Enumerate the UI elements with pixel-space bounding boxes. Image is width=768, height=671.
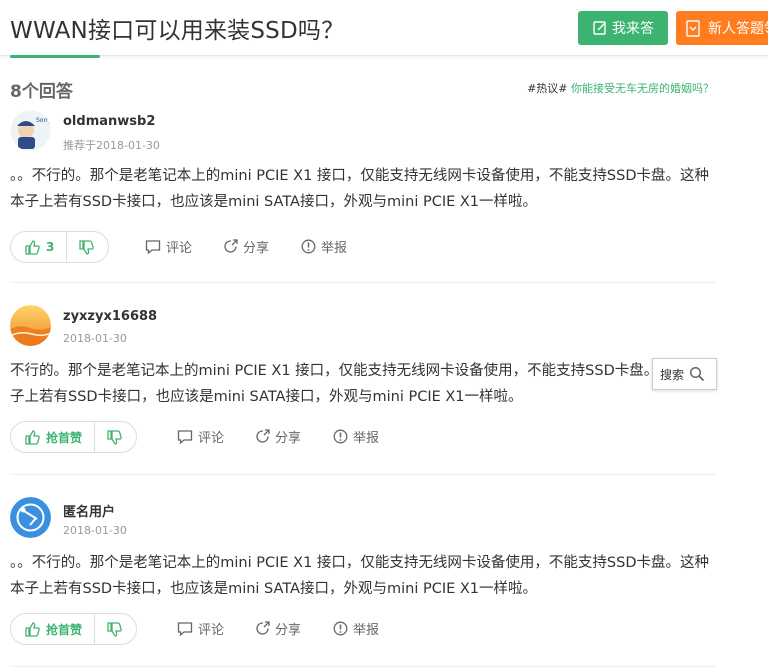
share-icon [256, 429, 270, 443]
upvote-label: 抢首赞 [46, 622, 83, 637]
comment-button[interactable]: 评论 [177, 427, 224, 446]
comment-label: 评论 [198, 431, 225, 446]
question-header: WWAN接口可以用来装SSD吗？ 我来答 新人答题领 [0, 0, 768, 56]
answer-text: 不行的。那个是老笔记本上的mini PCIE X1 接口，仅能支持无线网卡设备使… [10, 363, 702, 405]
answer-date: 2018-01-30 [63, 332, 127, 345]
username[interactable]: oldmanwsb2 [63, 114, 155, 129]
thumb-down-icon [107, 621, 122, 637]
comment-button[interactable]: 评论 [145, 237, 192, 256]
share-icon [256, 621, 270, 635]
avatar[interactable] [10, 305, 51, 346]
edit-icon [593, 21, 606, 35]
share-label: 分享 [275, 623, 302, 638]
answer-text: 。。不行的。那个是老笔记本上的mini PCIE X1 接口，仅能支持无线网卡设… [10, 555, 709, 597]
report-button[interactable]: 举报 [333, 427, 379, 446]
upvote-button[interactable]: 抢首赞 [11, 614, 94, 644]
comment-button[interactable]: 评论 [177, 619, 224, 638]
report-label: 举报 [321, 241, 348, 256]
upvote-button[interactable]: 抢首赞 [11, 422, 94, 452]
thumb-up-icon [25, 239, 40, 255]
vote-group: 抢首赞 [10, 613, 138, 645]
upvote-label: 抢首赞 [46, 430, 83, 445]
thumb-down-icon [79, 239, 95, 255]
divider [10, 282, 716, 283]
comment-icon [177, 622, 193, 636]
username[interactable]: zyxzyx16688 [63, 309, 157, 324]
thumb-down-icon [107, 429, 122, 445]
share-button[interactable]: 分享 [255, 427, 301, 446]
hot-topic-link[interactable]: 你能接受无车无房的婚姻吗？ [568, 82, 714, 95]
report-icon [333, 621, 348, 636]
thumb-up-icon [25, 429, 40, 445]
answer-button[interactable]: 我来答 [578, 11, 668, 45]
answer-actions: 抢首赞 评论 分享 举报 [10, 613, 730, 645]
search-popup-label: 搜索 [660, 367, 685, 382]
downvote-button[interactable] [94, 422, 136, 452]
comment-label: 评论 [198, 623, 225, 638]
selection-search-popup[interactable]: 搜索 [652, 358, 717, 390]
report-icon [333, 429, 348, 444]
comment-icon [145, 240, 161, 254]
share-icon [224, 239, 238, 253]
hot-tag: #热议# [527, 82, 568, 95]
comment-label: 评论 [166, 241, 193, 256]
divider [10, 666, 716, 667]
share-button[interactable]: 分享 [255, 619, 301, 638]
answer-actions: 抢首赞 评论 分享 举报 [10, 421, 730, 453]
share-label: 分享 [243, 241, 270, 256]
report-label: 举报 [353, 431, 380, 446]
question-title: WWAN接口可以用来装SSD吗？ [10, 18, 345, 44]
answer-date: 2018-01-30 [63, 524, 127, 537]
answer-button-label: 我来答 [612, 21, 654, 37]
vote-group: 3 [10, 231, 110, 263]
report-label: 举报 [353, 623, 380, 638]
newbie-button-label: 新人答题领 [708, 21, 768, 37]
search-icon [689, 366, 705, 382]
thumb-up-icon [25, 621, 40, 637]
vote-group: 抢首赞 [10, 421, 138, 453]
report-icon [301, 239, 316, 254]
answer-count: 8个回答 [10, 82, 73, 102]
gift-icon [686, 20, 700, 37]
downvote-button[interactable] [94, 614, 136, 644]
tab-indicator [10, 55, 100, 58]
report-button[interactable]: 举报 [301, 237, 347, 256]
upvote-count: 3 [46, 240, 55, 254]
answer-text: 。。不行的。那个是老笔记本上的mini PCIE X1 接口，仅能支持无线网卡设… [10, 168, 709, 210]
downvote-button[interactable] [66, 232, 108, 262]
share-label: 分享 [275, 431, 302, 446]
svg-text:Sorry: Sorry [36, 117, 51, 124]
answer-date: 推荐于2018-01-30 [63, 139, 160, 152]
anonymous-avatar [10, 497, 51, 538]
newbie-answer-button[interactable]: 新人答题领 [676, 11, 768, 45]
avatar[interactable]: Sorry [10, 110, 51, 151]
divider [10, 474, 716, 475]
upvote-button[interactable]: 3 [11, 232, 66, 262]
hot-topic[interactable]: #热议# 你能接受无车无房的婚姻吗？ [527, 80, 714, 96]
share-button[interactable]: 分享 [223, 237, 269, 256]
answer-actions: 3 评论 分享 举报 [10, 231, 730, 263]
report-button[interactable]: 举报 [333, 619, 379, 638]
comment-icon [177, 430, 193, 444]
username: 匿名用户 [63, 505, 116, 520]
